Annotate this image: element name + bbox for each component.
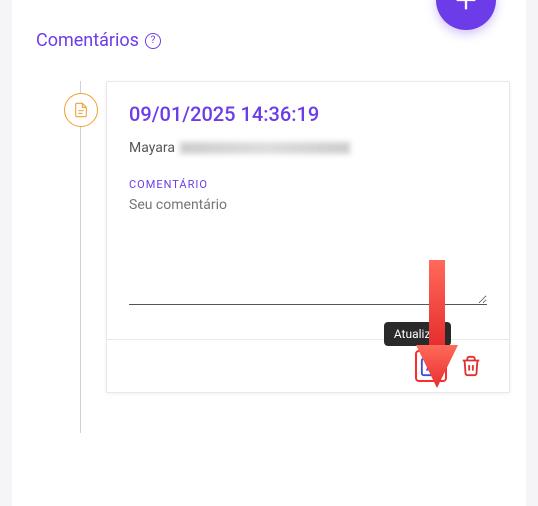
trash-icon (460, 355, 482, 377)
file-icon (73, 102, 89, 118)
section-header: Comentários ? (36, 30, 510, 51)
section-title: Comentários (36, 30, 139, 51)
comment-field-label: COMENTÁRIO (129, 178, 487, 191)
add-button[interactable] (436, 0, 496, 30)
comment-author: Mayara (129, 140, 487, 156)
help-icon[interactable]: ? (145, 33, 161, 49)
timeline-badge (64, 93, 98, 127)
timeline-line (80, 81, 81, 433)
edit-tooltip: Atualizar (384, 322, 451, 346)
comment-timestamp: 09/01/2025 14:36:19 (129, 102, 487, 126)
author-name: Mayara (129, 140, 175, 156)
delete-button[interactable] (455, 350, 487, 382)
comment-textarea[interactable] (129, 195, 487, 305)
author-email-redacted (180, 142, 350, 154)
plus-icon (452, 0, 480, 14)
timeline: 09/01/2025 14:36:19 Mayara COMENTÁRIO At… (36, 81, 510, 393)
edit-icon (420, 355, 442, 377)
card-footer: Atualizar (107, 339, 509, 392)
comment-card: 09/01/2025 14:36:19 Mayara COMENTÁRIO At… (106, 81, 510, 393)
edit-button[interactable]: Atualizar (415, 350, 447, 382)
